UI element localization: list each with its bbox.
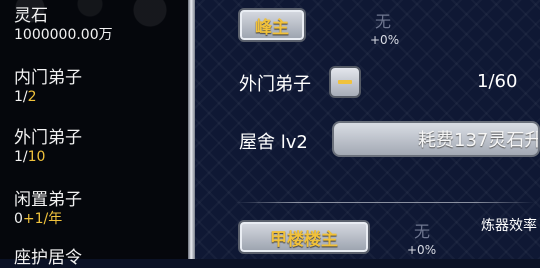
resource-label: 外门弟子 [14,128,82,148]
outer-disciples-count: 1/60 [477,71,518,92]
crafting-efficiency-label: 炼器效率 [481,218,537,234]
section-divider [235,202,535,203]
spirit-stone-resource: 灵石 1000000.00万 [14,6,113,44]
resource-value: 1/2 [14,89,37,105]
idle-disciple-resource: 闲置弟子 0+1/年 [14,190,82,228]
resource-value: 1/10 [14,149,46,165]
peak-master-bonus: +0% [370,33,400,47]
resource-panel: 灵石 1000000.00万 内门弟子 1/2 外门弟子 1/10 闲置弟子 0… [0,0,192,268]
resource-label: 闲置弟子 [14,190,82,210]
house-upgrade-button[interactable]: 耗费137灵石升级 [332,121,540,157]
resource-label: 内门弟子 [14,68,82,88]
building-master-bonus: +0% [407,243,437,257]
building-master-holder: 无 [414,222,431,241]
resource-label: 座护居令 [14,248,82,268]
building-master-button[interactable]: 甲楼楼主 [238,220,370,254]
resource-value: 1000000.00万 [14,27,113,43]
outer-disciple-resource: 外门弟子 1/10 [14,128,82,166]
peak-master-button[interactable]: 峰主 [238,8,306,42]
resource-label: 灵石 [14,6,48,26]
house-label: 屋舍 lv2 [239,132,308,153]
minus-icon [338,80,352,84]
sect-management-panel: 峰主 无 +0% 外门弟子 1/60 屋舍 lv2 耗费137灵石升级 甲楼楼主… [195,0,540,259]
inner-disciple-resource: 内门弟子 1/2 [14,68,82,106]
outer-disciples-label: 外门弟子 [239,74,311,95]
peak-master-holder: 无 [375,12,392,31]
panel-divider[interactable] [188,0,195,259]
resource-value: 0+1/年 [14,211,63,227]
next-resource: 座护居令 [14,248,82,268]
remove-outer-disciple-button[interactable] [329,66,361,98]
